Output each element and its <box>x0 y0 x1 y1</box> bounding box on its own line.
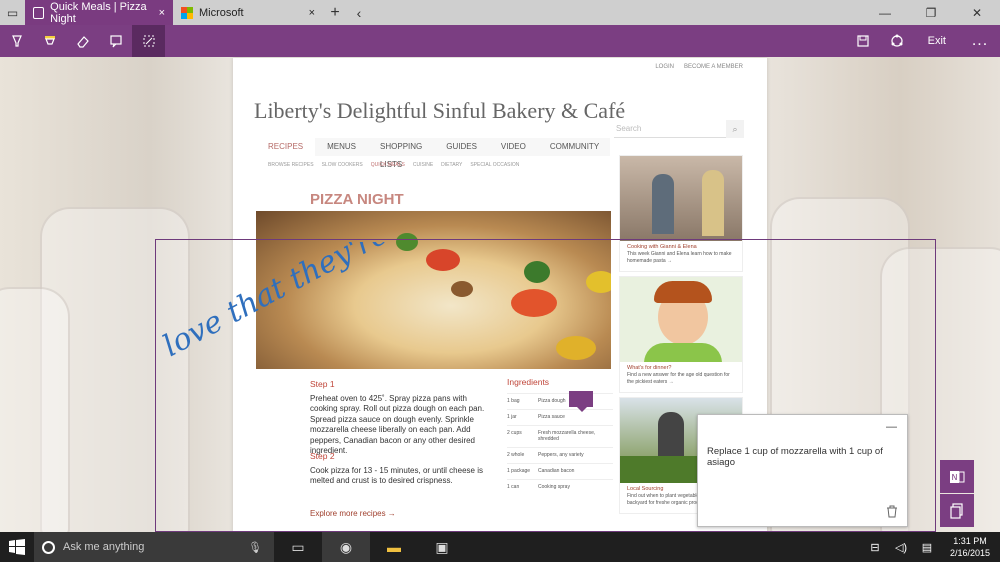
tab-quick-meals[interactable]: Quick Meals | Pizza Night × <box>25 0 173 25</box>
search-input[interactable]: Search ⌕ <box>614 120 744 138</box>
nav-shopping-lists[interactable]: SHOPPING LISTS <box>368 138 434 169</box>
web-note-toolbar: Exit ... <box>0 25 1000 57</box>
edit-page-icon <box>33 6 45 19</box>
search-placeholder: Ask me anything <box>63 541 145 553</box>
tab-preview-icon[interactable]: ▭ <box>0 0 25 25</box>
page-viewport: LOGIN BECOME A MEMBER Liberty's Delightf… <box>0 57 1000 532</box>
handwritten-ink: love that they're posting recipes! <box>160 242 440 364</box>
tab-label: Microsoft <box>199 6 244 19</box>
clock[interactable]: 1:31 PM 2/16/2015 <box>940 535 1000 559</box>
subnav-cuisine[interactable]: CUISINE <box>413 162 433 168</box>
subnav-slow-cookers[interactable]: SLOW COOKERS <box>322 162 363 168</box>
note-pin-icon[interactable] <box>569 391 593 412</box>
subnav-dietary[interactable]: DIETARY <box>441 162 462 168</box>
add-note-icon[interactable] <box>99 25 132 57</box>
more-icon[interactable]: ... <box>960 32 1000 50</box>
recipe-title: PIZZA NIGHT <box>310 191 404 208</box>
close-window-button[interactable]: ✕ <box>954 0 1000 25</box>
member-link[interactable]: BECOME A MEMBER <box>684 64 743 70</box>
search-placeholder: Search <box>616 124 642 133</box>
background-jar <box>0 287 70 532</box>
pen-icon[interactable] <box>0 25 33 57</box>
taskbar: Ask me anything 🎙 ▭ ◉ ▬ ▣ ⊟ ◁) ▤ 1:31 PM… <box>0 532 1000 562</box>
nav-video[interactable]: VIDEO <box>489 138 538 156</box>
task-view-icon[interactable]: ▭ <box>274 532 322 562</box>
nav-community[interactable]: COMMUNITY <box>538 138 611 156</box>
delete-icon[interactable] <box>886 505 898 521</box>
sub-nav: BROWSE RECIPES SLOW COOKERS QUICK MEALS … <box>268 162 519 168</box>
tab-bar: ▭ Quick Meals | Pizza Night × Microsoft … <box>0 0 1000 25</box>
ink-line-1: love that they're posting recipes! <box>160 242 440 364</box>
microsoft-logo-icon <box>181 6 193 19</box>
nav-recipes[interactable]: RECIPES <box>256 138 316 156</box>
clip-icon[interactable] <box>132 25 165 57</box>
cortana-icon <box>42 540 55 554</box>
close-icon[interactable]: × <box>309 7 315 19</box>
edge-icon[interactable]: ◉ <box>322 532 370 562</box>
file-explorer-icon[interactable]: ▬ <box>370 532 418 562</box>
person-figure <box>702 170 724 236</box>
back-icon[interactable]: ‹ <box>347 5 371 21</box>
network-icon[interactable]: ⊟ <box>862 541 888 554</box>
search-icon[interactable]: ⌕ <box>726 120 744 138</box>
save-icon[interactable] <box>846 25 880 57</box>
clock-time: 1:31 PM <box>953 536 987 546</box>
tab-label: Quick Meals | Pizza Night <box>50 0 147 25</box>
search-input[interactable]: Ask me anything 🎙 <box>34 532 274 562</box>
site-title: Liberty's Delightful Sinful Bakery & Caf… <box>254 98 626 123</box>
nav-guides[interactable]: GUIDES <box>434 138 489 156</box>
svg-text:N: N <box>952 473 958 482</box>
kitchen-photo <box>620 156 742 241</box>
highlighter-icon[interactable] <box>33 25 66 57</box>
onenote-icon[interactable]: N <box>940 460 974 493</box>
restore-button[interactable]: ❐ <box>908 0 954 25</box>
login-link[interactable]: LOGIN <box>655 64 674 70</box>
tab-microsoft[interactable]: Microsoft × <box>173 0 323 25</box>
volume-icon[interactable]: ◁) <box>888 541 914 554</box>
web-note[interactable]: — Replace 1 cup of mozzarella with 1 cup… <box>697 414 908 527</box>
action-center-icon[interactable]: ▤ <box>914 541 940 554</box>
copy-icon[interactable] <box>940 494 974 527</box>
person-figure <box>652 174 674 234</box>
note-text[interactable]: Replace 1 cup of mozzarella with 1 cup o… <box>707 446 907 468</box>
exit-button[interactable]: Exit <box>914 35 960 47</box>
minimize-button[interactable]: — <box>862 0 908 25</box>
nav-menus[interactable]: MENUS <box>315 138 368 156</box>
close-icon[interactable]: × <box>159 7 165 19</box>
site-nav: RECIPES MENUS SHOPPING LISTS GUIDES VIDE… <box>256 138 611 169</box>
note-minimize-button[interactable]: — <box>886 421 897 433</box>
store-icon[interactable]: ▣ <box>418 532 466 562</box>
windows-start-icon[interactable] <box>0 532 34 562</box>
eraser-icon[interactable] <box>66 25 99 57</box>
share-icon[interactable] <box>880 25 914 57</box>
clock-date: 2/16/2015 <box>949 548 991 558</box>
new-tab-button[interactable]: + <box>323 4 347 22</box>
subnav-browse[interactable]: BROWSE RECIPES <box>268 162 314 168</box>
subnav-special[interactable]: SPECIAL OCCASION <box>470 162 519 168</box>
subnav-quick-meals[interactable]: QUICK MEALS <box>371 162 405 168</box>
microphone-icon[interactable]: 🎙 <box>248 541 262 554</box>
